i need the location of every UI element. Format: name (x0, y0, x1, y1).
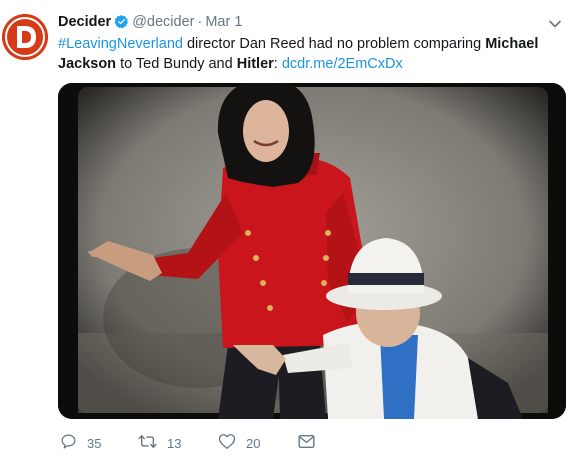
tweet-text-part: to Ted Bundy and (116, 56, 237, 72)
retweet-icon (138, 433, 157, 453)
chevron-down-icon[interactable] (547, 16, 563, 32)
like-count: 20 (246, 435, 261, 451)
tweet-actions: 35 13 20 (58, 432, 518, 454)
photo-illustration (58, 83, 566, 419)
tweet-card[interactable]: Decider @decider · Mar 1 #LeavingNeverland … (0, 0, 576, 461)
heart-icon (218, 433, 236, 453)
tweet-header: Decider @decider · Mar 1 (58, 13, 242, 34)
tweet-bold-name: Hitler (236, 56, 274, 72)
decider-logo-icon (2, 14, 48, 60)
author-name[interactable]: Decider (58, 14, 111, 30)
hashtag-link[interactable]: #LeavingNeverland (58, 36, 183, 52)
verified-badge-icon (114, 14, 129, 34)
tweet-text: #LeavingNeverland director Dan Reed had … (58, 34, 558, 74)
envelope-icon (298, 434, 315, 452)
separator-dot: · (197, 14, 203, 30)
retweet-button[interactable]: 13 (138, 432, 181, 454)
reply-button[interactable]: 35 (60, 432, 101, 454)
like-button[interactable]: 20 (218, 432, 260, 454)
short-link[interactable]: dcdr.me/2EmCxDx (282, 56, 403, 72)
tweet-text-part: director Dan Reed had no problem compari… (182, 36, 486, 52)
direct-message-button[interactable] (298, 432, 315, 454)
reply-count: 35 (87, 435, 102, 451)
tweet-text-part: : (273, 56, 282, 72)
reply-icon (60, 433, 77, 453)
tweet-photo[interactable] (58, 83, 566, 419)
author-handle[interactable]: @decider (132, 14, 194, 30)
tweet-date[interactable]: Mar 1 (205, 14, 242, 30)
retweet-count: 13 (167, 435, 182, 451)
avatar[interactable] (2, 14, 48, 60)
